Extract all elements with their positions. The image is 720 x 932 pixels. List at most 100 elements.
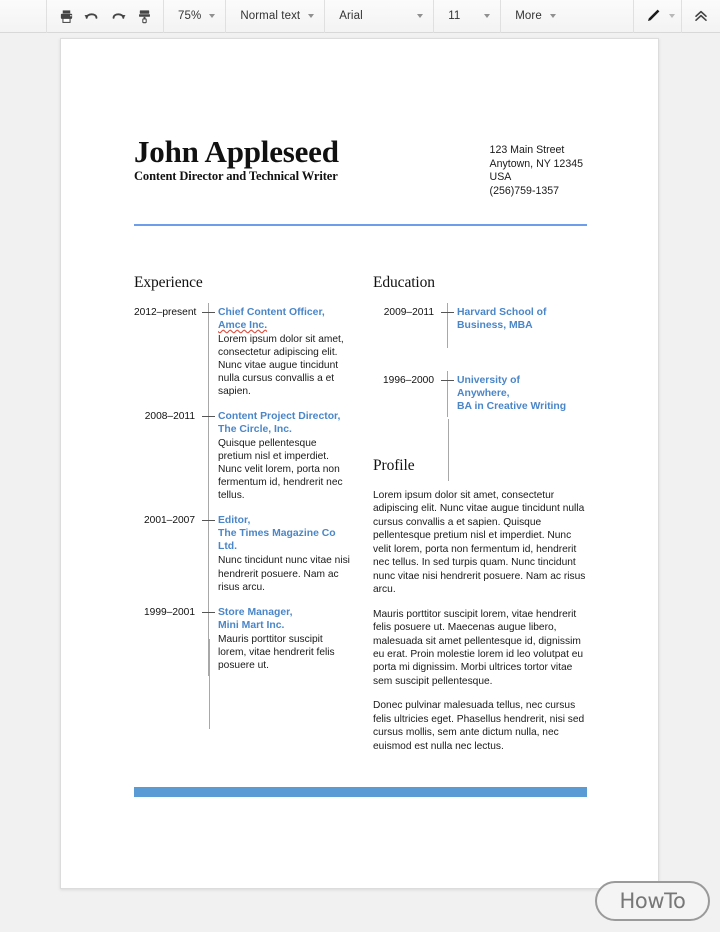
chevron-down-icon (549, 14, 556, 18)
timeline-marker-icon (202, 407, 215, 519)
education-entry-date: 1996–2000 (383, 375, 434, 386)
profile-paragraph: Donec pulvinar malesuada tellus, nec cur… (373, 700, 585, 752)
experience-entry-description: Nunc tincidunt nunc vitae nisi hendrerit… (218, 555, 350, 593)
header-divider-rule (134, 224, 587, 226)
resume-header: John Appleseed Content Director and Tech… (134, 134, 587, 198)
candidate-name: John Appleseed (134, 134, 339, 169)
zoom-value: 75% (178, 10, 202, 22)
spellcheck-underline[interactable]: Amce Inc. (218, 320, 267, 331)
experience-entry: 2001–2007 Editor, The Times Magazine Co Lt… (134, 511, 350, 610)
profile-paragraph: Mauris porttitor suscipit lorem, vitae h… (373, 608, 584, 687)
experience-entry-body: Editor, The Times Magazine Co Ltd. Nunc ti… (215, 514, 350, 593)
education-entry-role-line1: University of (457, 375, 520, 386)
experience-entry-description: Quisque pellentesque pretium nisl et imp… (218, 438, 343, 502)
experience-entry-role-line2: Amce Inc. (218, 319, 350, 332)
experience-entry-body: Content Project Director, The Circle, Inc… (215, 410, 350, 502)
experience-entry: 2008–2011 Content Project Director, The Ci… (134, 407, 350, 519)
education-entry-role-line2: Anywhere, (457, 388, 510, 399)
chevron-down-icon (209, 14, 216, 18)
experience-entry-date: 2012–present (134, 307, 197, 318)
howto-watermark: HowTo (595, 881, 710, 921)
experience-entry-body: Store Manager, Mini Mart Inc. Mauris portt… (215, 606, 350, 672)
experience-entry-date: 2008–2011 (144, 411, 195, 423)
timeline-marker-icon (441, 371, 454, 417)
education-entry-list: 2009–2011 Harvard School of Business, MBA 1… (373, 303, 589, 417)
experience-entry-role[interactable]: Chief Content Officer, Amce Inc. (218, 306, 350, 332)
document-canvas[interactable]: John Appleseed Content Director and Tech… (0, 33, 720, 932)
address-line-1: 123 Main Street (489, 144, 565, 156)
experience-entry-role[interactable]: Store Manager, Mini Mart Inc. (218, 606, 350, 632)
education-profile-column: Education 2009–2011 Harvard School of Busi… (373, 274, 589, 764)
timeline-marker-icon (441, 303, 454, 348)
font-size-value: 11 (448, 10, 461, 22)
more-label: More (515, 10, 542, 22)
toolbar-group-font-size: 11 (434, 0, 502, 33)
experience-entry-role-line1: Content Project Director, (218, 411, 341, 423)
name-block: John Appleseed Content Director and Tech… (134, 134, 339, 184)
experience-entry-date: 1999–2001 (144, 606, 195, 618)
experience-heading: Experience (134, 274, 203, 291)
experience-entry-description: Lorem ipsum dolor sit amet, consectetur … (218, 334, 344, 398)
experience-entry-role-line2: The Circle, Inc. (218, 424, 292, 436)
zoom-dropdown[interactable]: 75% (170, 4, 219, 28)
chevron-down-icon (308, 14, 315, 18)
paragraph-style-value: Normal text (240, 10, 301, 22)
paragraph-style-dropdown[interactable]: Normal text (232, 4, 318, 28)
experience-column: Experience 2012–present Chief Content Off… (134, 274, 350, 684)
toolbar-group-edit-mode (633, 0, 682, 33)
undo-icon[interactable] (79, 4, 105, 28)
redo-icon[interactable] (105, 4, 131, 28)
chevron-down-icon (484, 14, 491, 18)
experience-entry-description: Mauris porttitor suscipit lorem, vitae h… (218, 633, 335, 671)
print-icon[interactable] (53, 4, 79, 28)
timeline-marker-icon (202, 511, 215, 610)
education-entry-role-line1: Harvard School of (457, 307, 547, 318)
document-page[interactable]: John Appleseed Content Director and Tech… (60, 38, 659, 889)
education-entry-date: 2009–2011 (383, 307, 434, 318)
chevron-down-icon[interactable] (669, 14, 675, 18)
education-heading: Education (373, 274, 435, 291)
font-family-value: Arial (339, 10, 363, 22)
toolbar-group-actions (46, 0, 164, 33)
chevron-double-up-icon[interactable] (688, 4, 714, 28)
education-entry-role[interactable]: University of Anywhere, BA in Creative Wri… (457, 374, 589, 413)
profile-paragraph: Lorem ipsum dolor sit amet, consectetur … (373, 490, 586, 596)
education-entry: 2009–2011 Harvard School of Business, MBA (373, 303, 589, 348)
experience-entry-role-line1: Chief Content Officer, (218, 307, 325, 318)
font-size-dropdown[interactable]: 11 (440, 4, 494, 28)
contact-address-block: 123 Main Street Anytown, NY 12345 USA (2… (490, 134, 583, 198)
experience-entry-role[interactable]: Content Project Director, The Circle, Inc… (218, 410, 350, 436)
toolbar-group-zoom: 75% (164, 0, 227, 33)
experience-entry-role[interactable]: Editor, The Times Magazine Co Ltd. (218, 514, 350, 553)
toolbar-group-collapse (682, 0, 720, 33)
watermark-label: HowTo (619, 889, 686, 913)
more-dropdown[interactable]: More (507, 4, 560, 28)
experience-entry: 1999–2001 Store Manager, Mini Mart Inc. Mau… (134, 602, 350, 676)
experience-entry-role-line1: Store Manager, (218, 606, 293, 618)
candidate-job-title: Content Director and Technical Writer (134, 168, 338, 183)
toolbar-group-more: More (501, 0, 566, 33)
pencil-icon[interactable] (640, 4, 666, 28)
profile-heading: Profile (373, 457, 415, 474)
education-entry-role-line2: Business, MBA (457, 320, 533, 331)
footer-accent-bar (134, 787, 587, 797)
phone-number: (256)759-1357 (489, 184, 560, 197)
education-timeline-tail (448, 419, 449, 481)
toolbar-group-font: Arial (325, 0, 435, 33)
experience-entry-list: 2012–present Chief Content Officer, Amce I… (134, 302, 350, 676)
profile-paragraph-list: Lorem ipsum dolor sit amet, consectetur … (373, 489, 589, 753)
experience-entry-role-line2: The Times Magazine Co Ltd. (218, 528, 336, 553)
experience-entry-role-line1: Editor, (218, 515, 251, 527)
experience-entry: 2012–present Chief Content Officer, Amce I… (134, 302, 350, 415)
timeline-marker-icon (202, 302, 215, 415)
chevron-down-icon (417, 14, 424, 18)
education-entry: 1996–2000 University of Anywhere, BA in Cre… (373, 371, 589, 417)
font-family-dropdown[interactable]: Arial (331, 4, 427, 28)
education-entry-role[interactable]: Harvard School of Business, MBA (457, 306, 589, 332)
experience-entry-body: Chief Content Officer, Amce Inc. Lorem ips… (215, 306, 350, 398)
address-line-2: Anytown, NY 12345 (489, 157, 583, 170)
experience-entry-role-line2: Mini Mart Inc. (218, 619, 285, 631)
education-entry-body: Harvard School of Business, MBA (454, 306, 589, 332)
toolbar-group-style: Normal text (226, 0, 326, 33)
paint-format-icon[interactable] (131, 4, 157, 28)
